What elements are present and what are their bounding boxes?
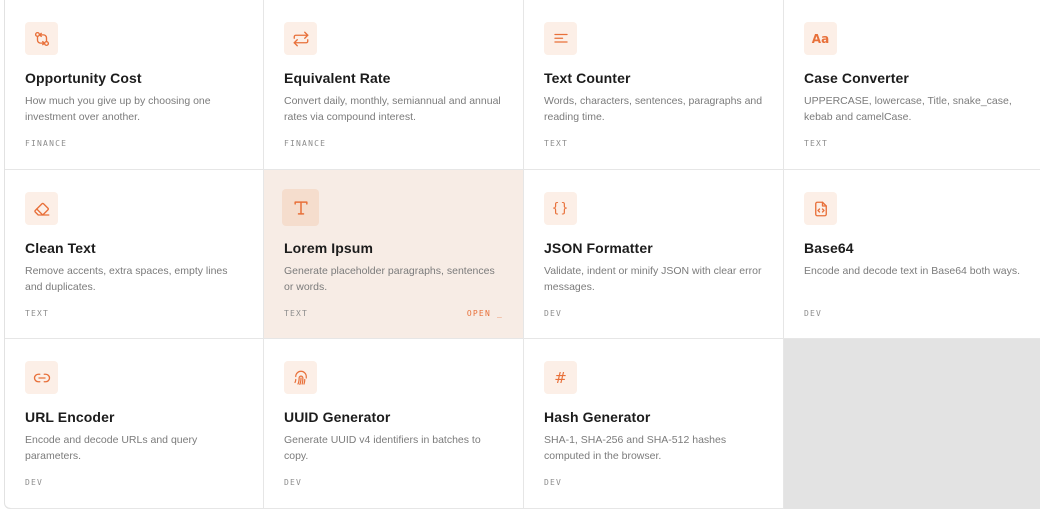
tool-card-opportunity-cost[interactable]: Opportunity Cost How much you give up by… [5, 0, 264, 170]
card-description: Remove accents, extra spaces, empty line… [25, 265, 228, 293]
eraser-icon [25, 192, 58, 225]
category-tag: FINANCE [25, 139, 68, 148]
card-description: UPPERCASE, lowercase, Title, snake_case,… [804, 95, 1012, 123]
open-link[interactable]: OPEN _ [467, 309, 503, 318]
file-code-icon [804, 192, 837, 225]
compare-arrows-icon [25, 22, 58, 55]
hash-glyph: # [554, 368, 567, 387]
card-title: Base64 [804, 240, 854, 256]
category-tag: DEV [544, 478, 563, 487]
text-lines-icon [544, 22, 577, 55]
tool-card-json-formatter[interactable]: {} JSON Formatter Validate, indent or mi… [524, 170, 784, 339]
tool-card-uuid-generator[interactable]: UUID Generator Generate UUID v4 identifi… [264, 339, 524, 509]
tools-grid: Opportunity Cost How much you give up by… [4, 0, 1040, 509]
category-tag: DEV [544, 309, 563, 318]
tool-card-url-encoder[interactable]: URL Encoder Encode and decode URLs and q… [5, 339, 264, 509]
card-description: How much you give up by choosing one inv… [25, 95, 211, 123]
category-tag: DEV [804, 309, 823, 318]
card-title: Opportunity Cost [25, 70, 142, 86]
card-description: Generate placeholder paragraphs, sentenc… [284, 265, 495, 293]
card-title: Equivalent Rate [284, 70, 391, 86]
card-description: Generate UUID v4 identifiers in batches … [284, 434, 481, 462]
card-title: Lorem Ipsum [284, 240, 374, 256]
card-title: Text Counter [544, 70, 631, 86]
tool-card-lorem-ipsum[interactable]: Lorem Ipsum Generate placeholder paragra… [264, 170, 524, 339]
link-icon [25, 361, 58, 394]
hash-icon: # [544, 361, 577, 394]
card-description: Encode and decode URLs and query paramet… [25, 434, 198, 462]
category-tag: FINANCE [284, 139, 327, 148]
category-tag: TEXT [804, 139, 829, 148]
category-tag: TEXT [284, 309, 309, 318]
tool-card-text-counter[interactable]: Text Counter Words, characters, sentence… [524, 0, 784, 170]
card-title: Clean Text [25, 240, 96, 256]
card-description: Convert daily, monthly, semiannual and a… [284, 95, 501, 123]
braces-icon: {} [544, 192, 577, 225]
category-tag: DEV [284, 478, 303, 487]
card-title: Case Converter [804, 70, 909, 86]
card-description: Encode and decode text in Base64 both wa… [804, 265, 1020, 277]
tool-card-clean-text[interactable]: Clean Text Remove accents, extra spaces,… [5, 170, 264, 339]
fingerprint-icon [284, 361, 317, 394]
letter-case-glyph: Aa [811, 31, 830, 46]
card-title: JSON Formatter [544, 240, 653, 256]
type-t-icon [282, 189, 319, 226]
category-tag: DEV [25, 478, 44, 487]
category-tag: TEXT [544, 139, 569, 148]
tool-card-equivalent-rate[interactable]: Equivalent Rate Convert daily, monthly, … [264, 0, 524, 170]
letter-case-icon: Aa [804, 22, 837, 55]
tool-card-base64[interactable]: Base64 Encode and decode text in Base64 … [784, 170, 1040, 339]
swap-arrows-icon [284, 22, 317, 55]
tool-card-case-converter[interactable]: Aa Case Converter UPPERCASE, lowercase, … [784, 0, 1040, 170]
card-description: SHA-1, SHA-256 and SHA-512 hashes comput… [544, 434, 727, 462]
braces-glyph: {} [551, 201, 570, 216]
card-title: URL Encoder [25, 409, 115, 425]
card-title: Hash Generator [544, 409, 651, 425]
card-description: Words, characters, sentences, paragraphs… [544, 95, 763, 123]
empty-grid-cell [784, 339, 1040, 509]
card-description: Validate, indent or minify JSON with cle… [544, 265, 762, 293]
tool-card-hash-generator[interactable]: # Hash Generator SHA-1, SHA-256 and SHA-… [524, 339, 784, 509]
card-title: UUID Generator [284, 409, 391, 425]
category-tag: TEXT [25, 309, 50, 318]
